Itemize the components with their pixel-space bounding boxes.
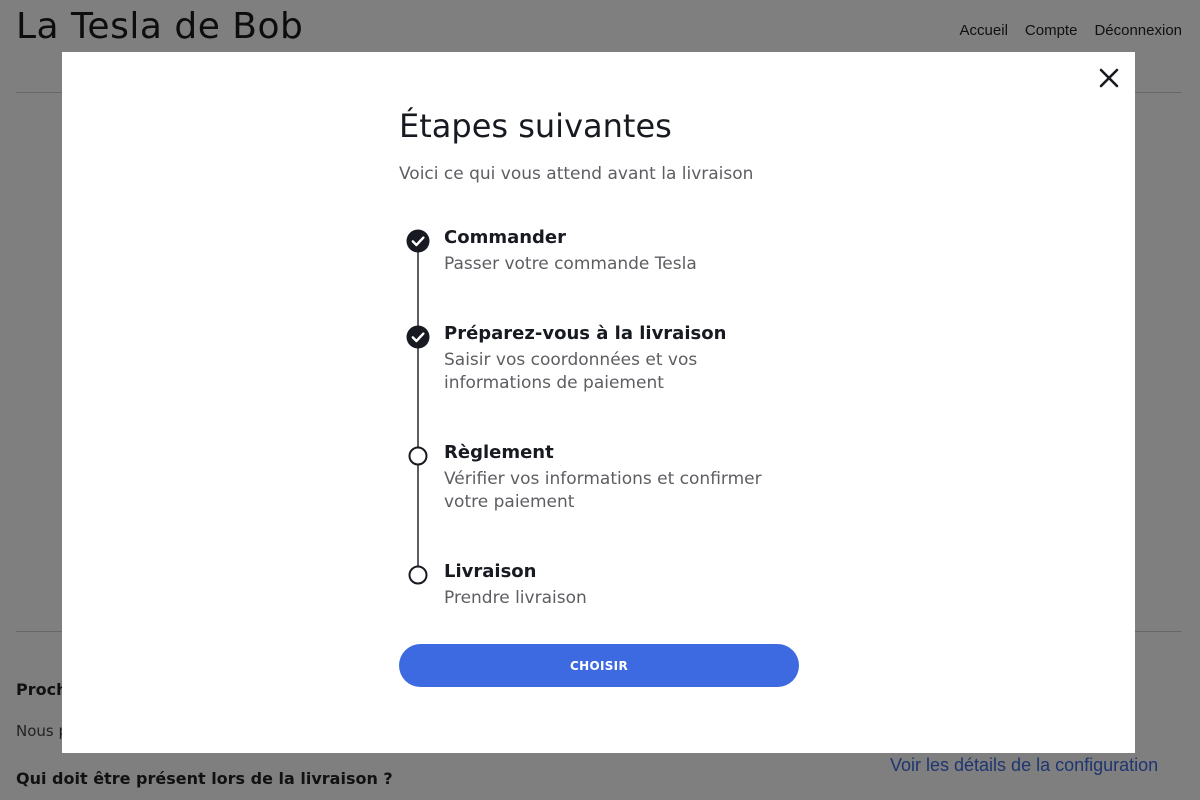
step-title: Préparez-vous à la livraison bbox=[444, 323, 727, 344]
step-title: Règlement bbox=[444, 442, 554, 463]
check-circle-icon bbox=[406, 325, 430, 349]
step-description: Passer votre commande Tesla bbox=[444, 254, 697, 274]
modal-subtitle: Voici ce qui vous attend avant la livrai… bbox=[399, 164, 754, 184]
step-description: Prendre livraison bbox=[444, 588, 587, 608]
step-title: Commander bbox=[444, 227, 567, 248]
empty-circle-icon bbox=[406, 563, 430, 587]
close-icon bbox=[1099, 68, 1119, 88]
close-button[interactable] bbox=[1097, 66, 1121, 90]
step-description: Vérifier vos informations et confirmer v… bbox=[444, 469, 762, 512]
empty-circle-icon bbox=[406, 444, 430, 468]
check-circle-icon bbox=[406, 229, 430, 253]
step-title: Livraison bbox=[444, 561, 537, 582]
next-steps-modal: Étapes suivantes Voici ce qui vous atten… bbox=[62, 52, 1135, 753]
choose-button[interactable]: CHOISIR bbox=[399, 644, 799, 687]
timeline-line bbox=[417, 241, 419, 576]
step-description: Saisir vos coordonnées et vos informatio… bbox=[444, 350, 698, 393]
modal-title: Étapes suivantes bbox=[399, 107, 672, 145]
